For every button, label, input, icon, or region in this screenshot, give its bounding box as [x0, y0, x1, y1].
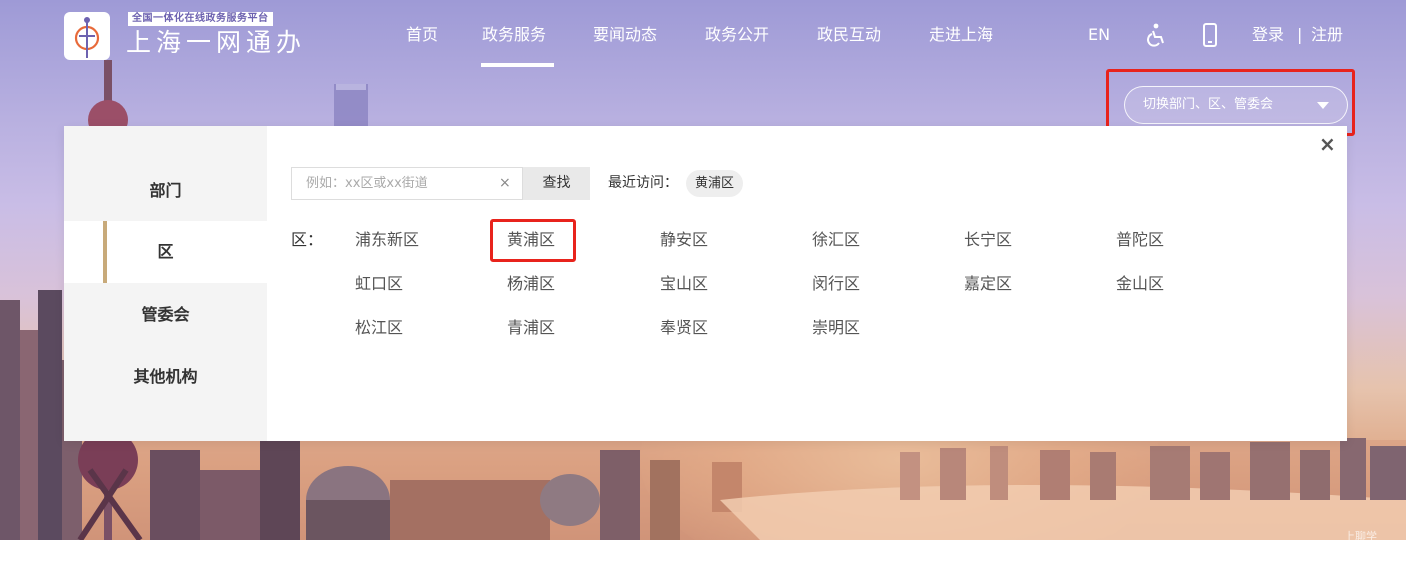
district-link[interactable]: 杨浦区	[507, 270, 555, 298]
site-logo[interactable]: 全国一体化在线政务服务平台 上海一网通办	[64, 10, 324, 62]
districts-label: 区：	[291, 230, 324, 249]
district-link[interactable]: 宝山区	[660, 270, 708, 298]
nav-active-indicator	[481, 63, 554, 67]
nav-item-about-shanghai[interactable]: 走进上海	[929, 22, 993, 48]
nav-item-interaction[interactable]: 政民互动	[817, 22, 881, 48]
close-icon[interactable]: ×	[1319, 132, 1336, 156]
logo-emblem-icon	[64, 12, 110, 60]
recent-visit-chip[interactable]: 黄浦区	[686, 170, 744, 197]
district-link[interactable]: 金山区	[1116, 270, 1164, 298]
district-highlight-box	[490, 219, 576, 262]
clear-search-icon[interactable]: ×	[499, 167, 511, 200]
watermark: 上聊学	[1344, 530, 1377, 543]
district-selector-panel: 部门 区 管委会 其他机构 × 例如：xx区或xx街道 × 查找 最近访问： 黄…	[64, 126, 1347, 441]
sidebar-item-committees[interactable]: 管委会	[64, 284, 267, 346]
nav-item-gov-services[interactable]: 政务服务	[482, 22, 546, 48]
recent-visits-label: 最近访问：	[608, 175, 678, 191]
register-link[interactable]: 注册	[1311, 22, 1343, 48]
district-link[interactable]: 虹口区	[355, 270, 403, 298]
district-link[interactable]: 闵行区	[812, 270, 860, 298]
logo-tagline: 全国一体化在线政务服务平台	[128, 12, 273, 26]
login-register-separator: |	[1297, 25, 1303, 44]
nav-item-gov-affairs[interactable]: 政务公开	[705, 22, 769, 48]
sidebar-active-indicator	[103, 221, 107, 283]
accessibility-icon[interactable]	[1145, 22, 1167, 56]
district-link[interactable]: 长宁区	[964, 226, 1012, 254]
login-link[interactable]: 登录	[1252, 22, 1284, 48]
district-link[interactable]: 奉贤区	[660, 314, 708, 342]
district-link[interactable]: 浦东新区	[355, 226, 419, 254]
sidebar-item-districts[interactable]: 区	[64, 221, 267, 283]
district-link[interactable]: 青浦区	[507, 314, 555, 342]
nav-item-home[interactable]: 首页	[406, 22, 438, 48]
sidebar-item-other-agencies[interactable]: 其他机构	[64, 346, 267, 408]
district-link[interactable]: 嘉定区	[964, 270, 1012, 298]
district-link[interactable]: 徐汇区	[812, 226, 860, 254]
district-link[interactable]: 静安区	[660, 226, 708, 254]
mobile-icon[interactable]	[1202, 23, 1218, 55]
department-district-switcher[interactable]: 切换部门、区、管委会	[1124, 86, 1348, 124]
district-link[interactable]: 松江区	[355, 314, 403, 342]
logo-name: 上海一网通办	[126, 28, 307, 57]
sidebar-item-departments[interactable]: 部门	[64, 160, 267, 222]
nav-item-news[interactable]: 要闻动态	[593, 22, 657, 48]
language-switch[interactable]: EN	[1088, 22, 1110, 48]
panel-sidebar: 部门 区 管委会 其他机构	[64, 126, 267, 441]
search-button[interactable]: 查找	[523, 167, 590, 200]
district-link[interactable]: 普陀区	[1116, 226, 1164, 254]
district-search-input[interactable]: 例如：xx区或xx街道	[291, 167, 523, 200]
switcher-label: 切换部门、区、管委会	[1143, 97, 1274, 112]
district-link[interactable]: 崇明区	[812, 314, 860, 342]
chevron-down-icon	[1317, 102, 1329, 109]
